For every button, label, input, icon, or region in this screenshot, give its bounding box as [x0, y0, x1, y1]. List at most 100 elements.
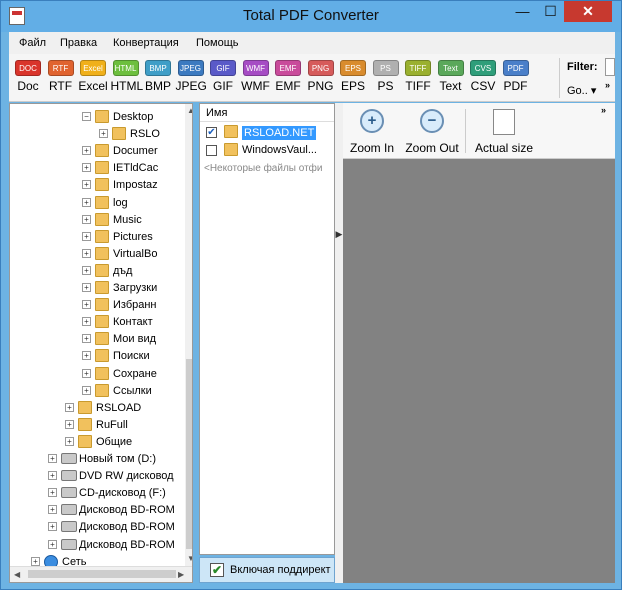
menu-convert[interactable]: Конвертация: [113, 37, 179, 49]
tree-item[interactable]: + Поиски: [10, 348, 184, 365]
file-row[interactable]: ✔ RSLOAD.NET: [200, 124, 334, 141]
expand-icon[interactable]: +: [82, 248, 91, 258]
expand-icon[interactable]: +: [65, 402, 74, 412]
include-subdirs-button[interactable]: ✔ Включая поддирект: [199, 557, 335, 583]
tree-item[interactable]: + RSLO: [10, 126, 184, 143]
expand-icon[interactable]: +: [82, 231, 91, 241]
expand-icon[interactable]: +: [48, 505, 57, 515]
expand-icon[interactable]: +: [82, 214, 91, 224]
tree-item[interactable]: + Documer: [10, 143, 184, 160]
expand-icon[interactable]: +: [48, 539, 57, 549]
tree-item[interactable]: + Избранн: [10, 297, 184, 314]
tree-item[interactable]: + Мои вид: [10, 331, 184, 348]
menu-help[interactable]: Помощь: [196, 37, 239, 49]
scroll-left-arrow[interactable]: ◀: [14, 570, 20, 579]
expand-icon[interactable]: +: [82, 334, 91, 344]
expand-icon[interactable]: +: [48, 522, 57, 532]
tree-item[interactable]: + дъд: [10, 263, 184, 280]
tree-item[interactable]: + DVD RW дисковод: [10, 468, 184, 485]
maximize-button[interactable]: ☐: [537, 1, 564, 22]
expand-icon[interactable]: +: [82, 180, 91, 190]
convert-html-button[interactable]: HTML HTML: [111, 60, 143, 100]
preview-toolbar-overflow-button[interactable]: »: [601, 105, 606, 115]
tree-item[interactable]: + Impostaz: [10, 177, 184, 194]
close-button[interactable]: ✕: [564, 1, 612, 22]
tree-horizontal-scroll-thumb[interactable]: [28, 570, 176, 578]
tree-item[interactable]: + Контакт: [10, 314, 184, 331]
tree-item[interactable]: + RSLOAD: [10, 400, 184, 417]
expand-icon[interactable]: +: [82, 317, 91, 327]
expand-icon[interactable]: +: [31, 556, 40, 566]
convert-png-button[interactable]: PNG PNG: [306, 60, 336, 100]
column-header-name[interactable]: Имя: [200, 104, 334, 122]
scroll-down-arrow[interactable]: ▼: [187, 554, 192, 563]
zoom-out-button[interactable]: − Zoom Out: [403, 109, 461, 155]
tree-item[interactable]: + CD-дисковод (F:): [10, 485, 184, 502]
expand-icon[interactable]: +: [82, 197, 91, 207]
expand-icon[interactable]: +: [48, 488, 57, 498]
tree-item[interactable]: + Music: [10, 212, 184, 229]
collapse-icon[interactable]: −: [82, 112, 91, 121]
scroll-right-arrow[interactable]: ▶: [178, 570, 184, 579]
tree-item[interactable]: + Pictures: [10, 229, 184, 246]
title-bar[interactable]: Total PDF Converter — ☐ ✕: [1, 1, 621, 32]
convert-pdf-button[interactable]: PDF PDF: [501, 60, 531, 100]
actual-size-button[interactable]: Actual size: [473, 109, 535, 155]
expand-icon[interactable]: +: [82, 368, 91, 378]
expand-icon[interactable]: +: [99, 129, 108, 139]
expand-icon[interactable]: +: [82, 163, 91, 173]
convert-csv-button[interactable]: CVS CSV: [468, 60, 498, 100]
tree-item[interactable]: + VirtualBo: [10, 246, 184, 263]
tree-item[interactable]: + Новый том (D:): [10, 451, 184, 468]
convert-rtf-button[interactable]: RTF RTF: [46, 60, 76, 100]
menu-file[interactable]: Файл: [19, 37, 46, 49]
file-checkbox[interactable]: ✔: [206, 127, 217, 138]
folder-tree[interactable]: + Сеть + Дисковод BD-ROM + Дисковод BD-ROM + Ди…: [9, 103, 193, 583]
tree-item[interactable]: + Дисковод BD-ROM: [10, 502, 184, 519]
tree-item[interactable]: + Дисковод BD-ROM: [10, 537, 184, 554]
expand-icon[interactable]: +: [48, 471, 57, 481]
expand-icon[interactable]: +: [82, 300, 91, 310]
pane-splitter[interactable]: [335, 103, 343, 583]
file-checkbox[interactable]: [206, 145, 217, 156]
expand-icon[interactable]: +: [82, 385, 91, 395]
convert-wmf-button[interactable]: WMF WMF: [241, 60, 271, 100]
go-dropdown[interactable]: Go.. ▾: [567, 84, 596, 97]
expand-icon[interactable]: +: [82, 146, 91, 156]
convert-excel-button[interactable]: Excel Excel: [78, 60, 108, 100]
convert-emf-button[interactable]: EMF EMF: [273, 60, 303, 100]
convert-ps-button[interactable]: PS PS: [371, 60, 401, 100]
filter-input[interactable]: [605, 58, 615, 76]
file-row[interactable]: WindowsVaul...: [200, 142, 334, 159]
tree-item[interactable]: + Загрузки: [10, 280, 184, 297]
file-list[interactable]: Имя ✔ RSLOAD.NET WindowsVaul... <Некотор…: [199, 103, 335, 555]
tree-item[interactable]: + Сохране: [10, 366, 184, 383]
convert-jpeg-button[interactable]: JPEG JPEG: [176, 60, 207, 100]
scroll-up-arrow[interactable]: ▲: [187, 106, 192, 115]
expand-icon[interactable]: +: [48, 454, 57, 463]
convert-tiff-button[interactable]: TIFF TIFF: [403, 60, 433, 100]
convert-doc-button[interactable]: DOC Doc: [13, 60, 43, 100]
toolbar-overflow-button[interactable]: »: [605, 80, 610, 90]
tree-item[interactable]: + log: [10, 195, 184, 212]
splitter-arrow-icon[interactable]: ▶: [335, 229, 343, 243]
tree-item[interactable]: + Общие: [10, 434, 184, 451]
tree-item[interactable]: + Дисковод BD-ROM: [10, 519, 184, 536]
menu-edit[interactable]: Правка: [60, 37, 97, 49]
convert-eps-button[interactable]: EPS EPS: [338, 60, 368, 100]
expand-icon[interactable]: +: [82, 283, 91, 292]
expand-icon[interactable]: +: [82, 351, 91, 361]
expand-icon[interactable]: +: [65, 419, 74, 429]
tree-vertical-scroll-thumb[interactable]: [186, 359, 192, 549]
tree-item[interactable]: + Ссылки: [10, 383, 184, 400]
tree-item[interactable]: − Desktop: [10, 109, 184, 126]
convert-bmp-button[interactable]: BMP BMP: [143, 60, 173, 100]
preview-area[interactable]: [343, 159, 615, 583]
minimize-button[interactable]: —: [509, 1, 536, 22]
expand-icon[interactable]: +: [82, 265, 91, 275]
tree-item[interactable]: + IETldCac: [10, 160, 184, 177]
convert-text-button[interactable]: Text Text: [436, 60, 466, 100]
convert-gif-button[interactable]: GIF GIF: [208, 60, 238, 100]
zoom-in-button[interactable]: + Zoom In: [349, 109, 395, 155]
expand-icon[interactable]: +: [65, 436, 74, 446]
